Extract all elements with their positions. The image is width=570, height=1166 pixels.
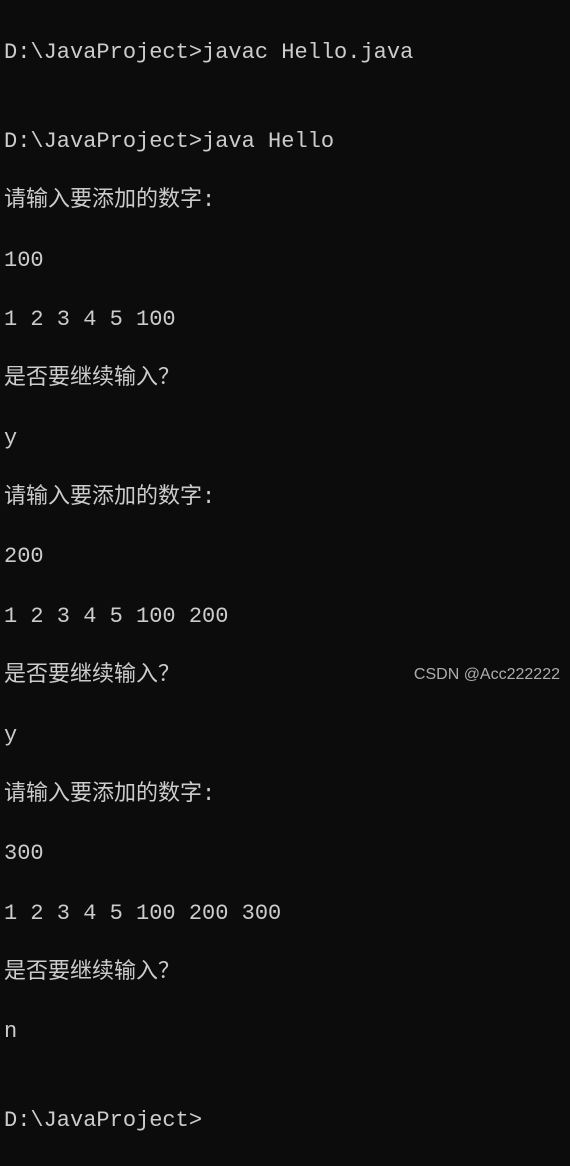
- terminal-line: 200: [4, 542, 566, 572]
- terminal-line: 请输入要添加的数字:: [4, 483, 566, 513]
- terminal-line: y: [4, 424, 566, 454]
- terminal-line: D:\JavaProject>java Hello: [4, 127, 566, 157]
- terminal-line: 请输入要添加的数字:: [4, 186, 566, 216]
- terminal-line: 1 2 3 4 5 100: [4, 305, 566, 335]
- terminal-line: 100: [4, 246, 566, 276]
- terminal-line: 300: [4, 839, 566, 869]
- terminal-line: 1 2 3 4 5 100 200: [4, 602, 566, 632]
- terminal-line: 1 2 3 4 5 100 200 300: [4, 899, 566, 929]
- terminal-line: y: [4, 721, 566, 751]
- terminal-line: D:\JavaProject>javac Hello.java: [4, 38, 566, 68]
- terminal-line: D:\JavaProject>: [4, 1106, 566, 1136]
- terminal-line: n: [4, 1017, 566, 1047]
- watermark-text: CSDN @Acc222222: [414, 664, 560, 686]
- terminal-line: 是否要继续输入？: [4, 364, 566, 394]
- terminal-line: 是否要继续输入？: [4, 958, 566, 988]
- terminal-line: 请输入要添加的数字:: [4, 780, 566, 810]
- terminal-output[interactable]: D:\JavaProject>javac Hello.java D:\JavaP…: [4, 8, 566, 1166]
